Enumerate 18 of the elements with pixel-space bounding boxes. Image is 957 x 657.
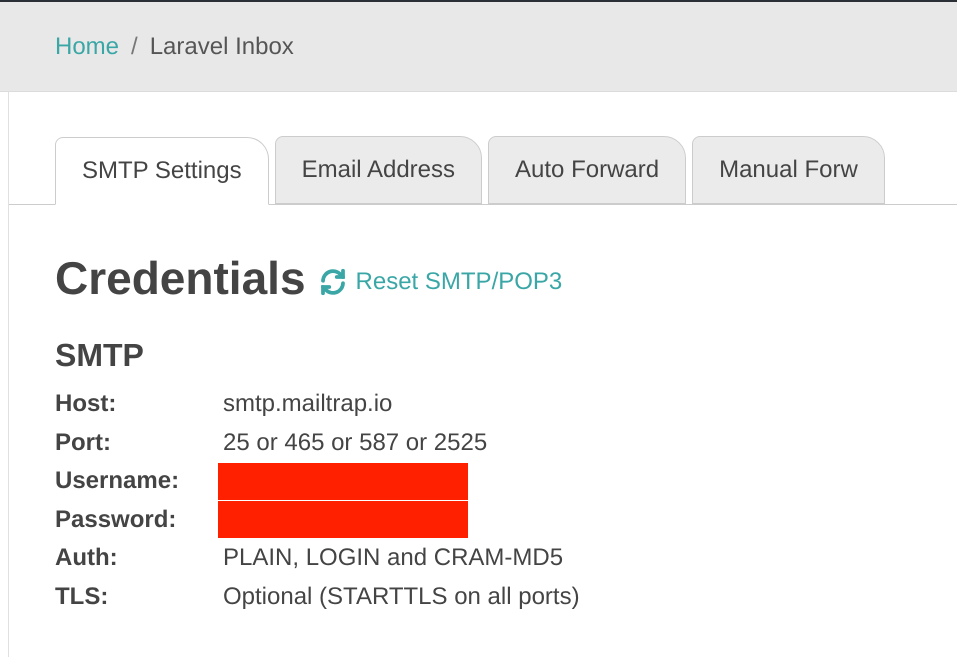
field-value: PLAIN, LOGIN and CRAM-MD5 [223, 543, 564, 574]
field-value: 25 or 465 or 587 or 2525 [223, 428, 488, 458]
section-heading: SMTP [55, 336, 145, 375]
field-label: Auth: [55, 543, 119, 574]
tab[interactable]: Manual Forw [692, 136, 885, 204]
tab[interactable]: Auto Forward [488, 136, 686, 204]
field-label: Password: [55, 504, 178, 535]
tab[interactable]: Email Address [274, 136, 482, 204]
breadcrumb-current: Laravel Inbox [150, 32, 294, 62]
field-label: Username: [55, 466, 180, 496]
field-value: smtp.mailtrap.io [223, 389, 392, 420]
field-label: TLS: [55, 582, 110, 612]
field-value: Optional (STARTTLS on all ports) [223, 582, 580, 612]
heading: Credentials [55, 255, 306, 301]
tab[interactable]: SMTP Settings [55, 137, 269, 205]
field-label: Port: [55, 428, 112, 458]
breadcrumb-separator: / [131, 32, 138, 62]
field-label: Host: [55, 389, 118, 420]
